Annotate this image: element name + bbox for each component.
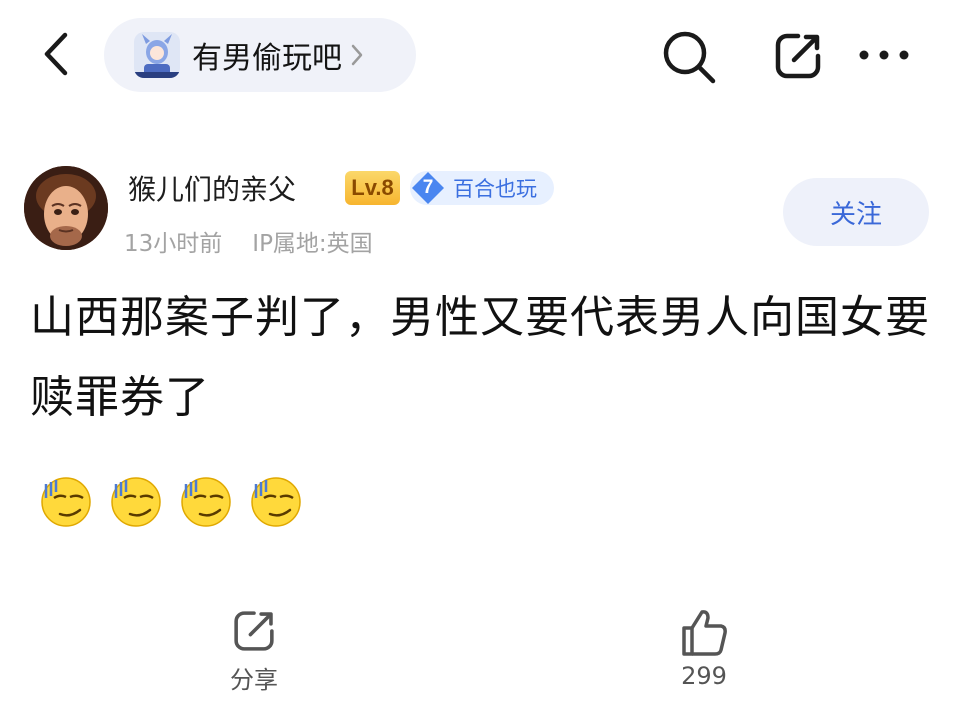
forum-name: 有男偷玩吧 <box>192 41 342 76</box>
follow-button[interactable]: 关注 <box>783 178 929 246</box>
search-button[interactable] <box>660 28 718 86</box>
like-button[interactable]: 299 <box>662 606 746 706</box>
post-time: 13小时前 <box>124 231 223 257</box>
share-button[interactable]: 分享 <box>212 606 296 706</box>
chevron-right-icon <box>350 43 364 67</box>
smirk-face-icon <box>111 477 161 527</box>
share-top-button[interactable] <box>770 28 826 84</box>
like-count: 299 <box>681 662 727 690</box>
forum-link[interactable]: 有男偷玩吧 <box>104 18 416 92</box>
forum-avatar <box>134 32 180 78</box>
emoji-row <box>40 472 302 528</box>
more-button[interactable] <box>858 40 910 70</box>
fan-level-diamond-icon: 7 <box>410 171 446 205</box>
share-edit-icon <box>775 33 821 79</box>
fan-level: 7 <box>422 177 434 198</box>
smirk-face-icon <box>181 477 231 527</box>
author-name[interactable]: 猴儿们的亲父 <box>128 168 296 208</box>
post-meta: 13小时前 IP属地:英国 <box>124 224 373 258</box>
post-text: 山西那案子判了，男性又要代表男人向国女要赎罪券了 <box>30 292 930 423</box>
back-button[interactable] <box>34 26 78 82</box>
more-dots-icon <box>859 50 909 60</box>
smirk-face-icon <box>251 477 301 527</box>
share-label: 分享 <box>230 666 278 694</box>
fan-badge-name: 百合也玩 <box>453 177 537 201</box>
search-icon <box>663 31 716 84</box>
smirk-face-icon <box>41 477 91 527</box>
back-arrow-icon <box>44 32 68 76</box>
level-badge: Lv.8 <box>345 171 400 205</box>
ip-location: IP属地:英国 <box>252 231 373 257</box>
share-icon <box>234 611 274 651</box>
author-avatar[interactable] <box>24 166 108 250</box>
thumbs-up-icon <box>682 610 727 656</box>
fan-badge: 7 百合也玩 <box>410 171 554 205</box>
